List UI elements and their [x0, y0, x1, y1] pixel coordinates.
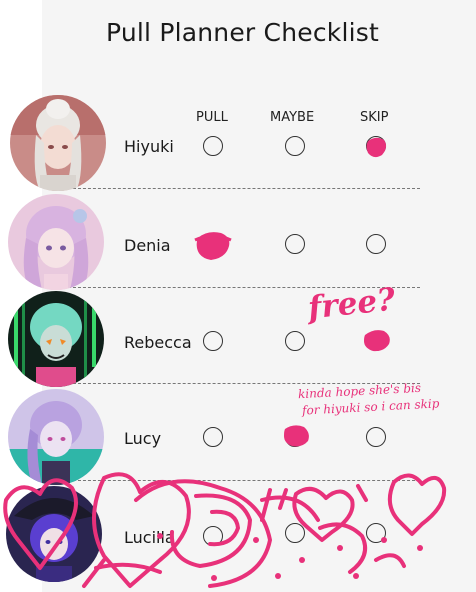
- heart-doodles: [3, 472, 447, 588]
